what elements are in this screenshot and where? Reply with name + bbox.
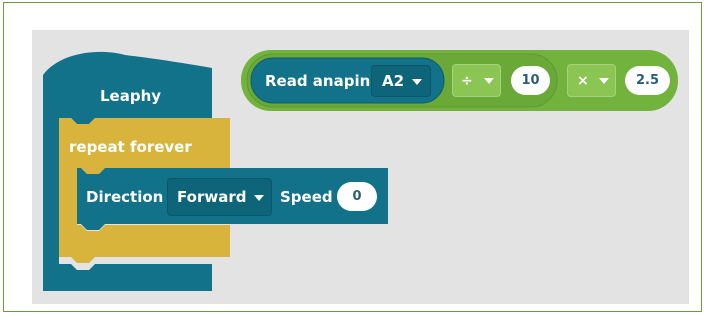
divide-value: 10 — [521, 73, 540, 88]
repeat-forever-label: repeat forever — [69, 138, 192, 156]
divide-operator-dropdown[interactable]: ÷ — [452, 64, 501, 97]
dropdown-caret-icon — [599, 78, 609, 84]
leaphy-label: Leaphy — [100, 87, 162, 105]
pin-dropdown-value: A2 — [382, 72, 405, 90]
divide-operator-value: ÷ — [461, 73, 473, 89]
pin-dropdown[interactable]: A2 — [371, 65, 431, 97]
direction-dropdown[interactable]: Forward — [167, 178, 272, 216]
block-canvas: Leaphy repeat forever Direction Forward … — [0, 0, 707, 316]
multiply-operator-dropdown[interactable]: × — [567, 64, 616, 97]
dropdown-caret-icon — [254, 195, 264, 201]
read-anapin-label: Read anapin — [265, 72, 371, 90]
direction-dropdown-value: Forward — [177, 188, 247, 206]
speed-input[interactable]: 0 — [337, 182, 377, 211]
divide-value-input[interactable]: 10 — [511, 66, 550, 95]
speed-input-value: 0 — [352, 189, 362, 204]
direction-label: Direction — [86, 188, 164, 206]
multiply-value: 2.5 — [635, 73, 660, 88]
dropdown-caret-icon — [412, 79, 422, 85]
multiply-value-input[interactable]: 2.5 — [625, 66, 670, 95]
hat-block-shape — [43, 50, 678, 292]
dropdown-caret-icon — [484, 78, 494, 84]
speed-label: Speed — [280, 188, 333, 206]
multiply-operator-value: × — [577, 73, 589, 89]
